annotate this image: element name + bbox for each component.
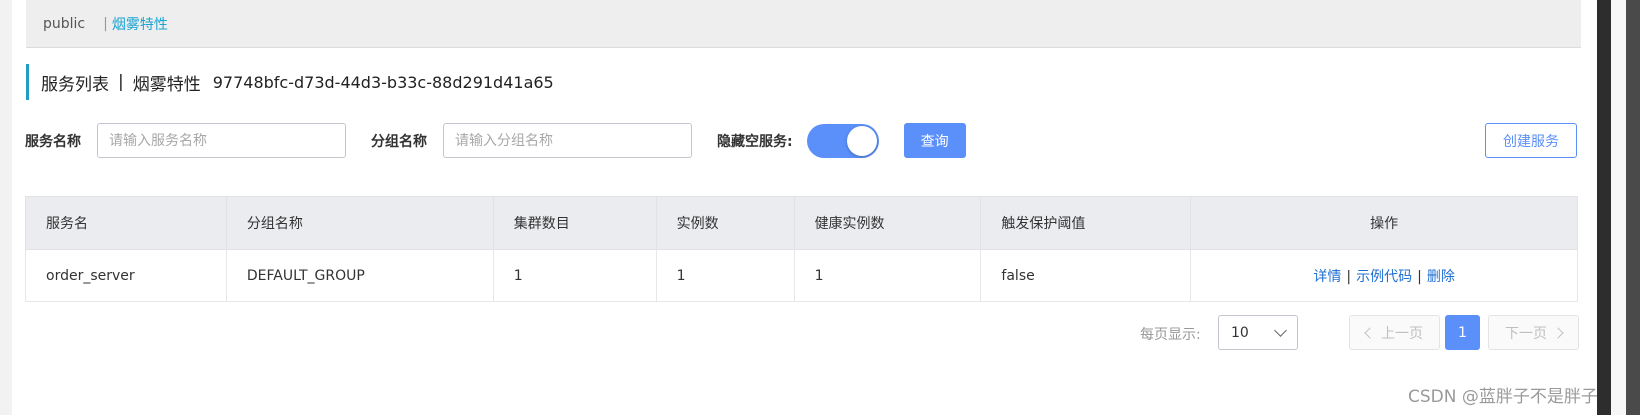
chevron-left-icon xyxy=(1364,326,1376,339)
scrollbar-gap xyxy=(1611,0,1626,415)
page-title-separator: | xyxy=(118,72,124,92)
service-name-input[interactable] xyxy=(97,123,346,158)
cell-protect-threshold: false xyxy=(980,249,1192,302)
col-service-name: 服务名 xyxy=(25,196,227,250)
hide-empty-label: 隐藏空服务: xyxy=(717,133,793,150)
group-name-input[interactable] xyxy=(443,123,692,158)
col-operations: 操作 xyxy=(1190,196,1578,250)
prev-page-label: 上一页 xyxy=(1381,325,1423,342)
page-size-select[interactable]: 10 xyxy=(1218,315,1298,350)
col-protect-threshold: 触发保护阈值 xyxy=(980,196,1192,250)
window-scrollbar[interactable] xyxy=(1597,0,1611,415)
watermark: CSDN @蓝胖子不是胖子 xyxy=(1408,387,1598,407)
col-healthy-count: 健康实例数 xyxy=(793,196,982,250)
next-page-label: 下一页 xyxy=(1505,325,1547,342)
col-instance-count: 实例数 xyxy=(655,196,795,250)
create-service-button[interactable]: 创建服务 xyxy=(1485,123,1577,158)
table-header-row: 服务名 分组名称 集群数目 实例数 健康实例数 触发保护阈值 操作 xyxy=(25,196,1578,250)
outer-scrollbar[interactable] xyxy=(1626,0,1640,415)
hide-empty-toggle[interactable] xyxy=(806,123,879,158)
chevron-down-icon xyxy=(1274,323,1287,337)
col-group-name: 分组名称 xyxy=(225,196,494,250)
page-title-namespace: 烟雾特性 xyxy=(132,74,201,95)
cell-instance-count: 1 xyxy=(655,249,795,302)
service-name-label: 服务名称 xyxy=(25,133,81,150)
page-title: 服务列表 | 烟雾特性 97748bfc-d73d-44d3-b33c-88d2… xyxy=(26,64,554,100)
cell-operations: 详情 | 示例代码 | 删除 xyxy=(1190,249,1578,302)
current-page-button[interactable]: 1 xyxy=(1445,315,1480,350)
cell-cluster-count: 1 xyxy=(492,249,657,302)
delete-link[interactable]: 删除 xyxy=(1427,269,1455,285)
service-table: 服务名 分组名称 集群数目 实例数 健康实例数 触发保护阈值 操作 order_… xyxy=(25,196,1578,302)
sample-code-link[interactable]: 示例代码 xyxy=(1356,269,1412,285)
col-cluster-count: 集群数目 xyxy=(492,196,657,250)
cell-service-name: order_server xyxy=(25,249,227,302)
cell-healthy-count: 1 xyxy=(793,249,982,302)
query-button[interactable]: 查询 xyxy=(903,123,966,158)
namespace-active[interactable]: 烟雾特性 xyxy=(112,14,168,34)
ops-separator: | xyxy=(1346,268,1352,285)
namespace-public[interactable]: public xyxy=(43,16,85,32)
page-title-main: 服务列表 xyxy=(41,74,109,95)
details-link[interactable]: 详情 xyxy=(1313,269,1341,285)
namespace-separator: | xyxy=(103,15,108,32)
namespace-bar: public | 烟雾特性 xyxy=(26,0,1581,48)
toggle-knob xyxy=(846,125,877,156)
chevron-right-icon xyxy=(1552,326,1564,339)
page-size-value: 10 xyxy=(1231,324,1249,341)
group-name-label: 分组名称 xyxy=(371,133,427,150)
ops-separator: | xyxy=(1417,268,1422,285)
prev-page-button[interactable]: 上一页 xyxy=(1349,315,1440,350)
filter-bar: 服务名称 分组名称 隐藏空服务: 查询 xyxy=(25,123,966,158)
cell-group-name: DEFAULT_GROUP xyxy=(225,249,494,302)
table-row: order_server DEFAULT_GROUP 1 1 1 false 详… xyxy=(25,249,1578,302)
namespace-id: 97748bfc-d73d-44d3-b33c-88d291d41a65 xyxy=(212,72,554,92)
page-size-label: 每页显示: xyxy=(1140,327,1201,343)
next-page-button[interactable]: 下一页 xyxy=(1488,315,1579,350)
left-edge-panel xyxy=(0,0,12,415)
